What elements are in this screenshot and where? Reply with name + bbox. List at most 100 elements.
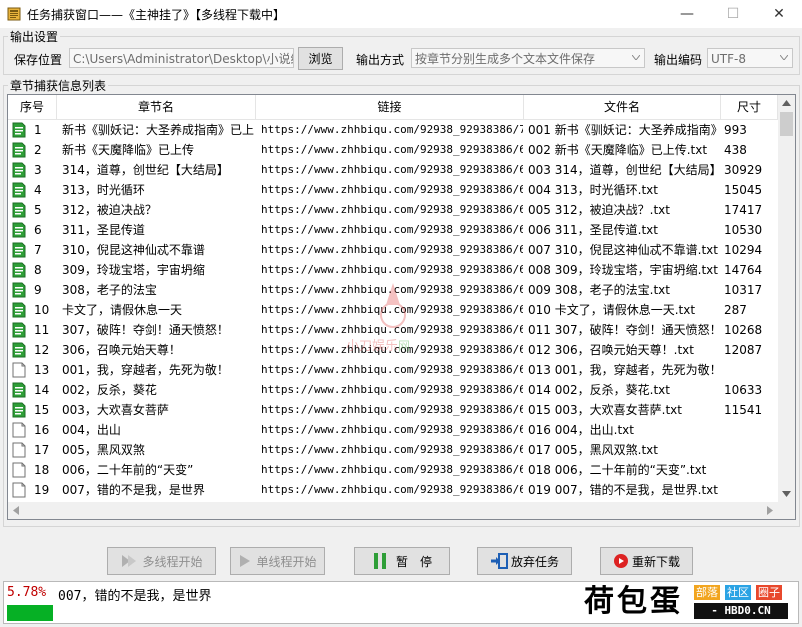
row-size: [724, 480, 776, 500]
list-header: 序号 章节名 链接 文件名 尺寸: [8, 95, 778, 120]
browse-button-label: 浏览: [308, 52, 333, 66]
save-path-field[interactable]: C:\Users\Administrator\Desktop\小说终: [69, 48, 294, 68]
row-file: 006 311，圣昆传道.txt: [528, 223, 658, 237]
scroll-down-icon[interactable]: [782, 491, 791, 497]
scroll-up-icon[interactable]: [782, 100, 791, 106]
table-row[interactable]: 14 002，反杀，葵花 https://www.zhhbiqu.com/92938…: [8, 380, 778, 400]
row-link: https://www.zhhbiqu.com/92938_92938386/6…: [261, 483, 523, 496]
brand-watermark: 荷包蛋 部落 社区 圈子 - HBD0.CN: [582, 584, 792, 622]
row-file: 001 新书《驯妖记：大圣养成指南》: [528, 123, 720, 137]
pause-button[interactable]: 暂 停: [354, 547, 450, 575]
table-row[interactable]: 6 311，圣昆传道 https://www.zhhbiqu.com/92938_9…: [8, 220, 778, 240]
blank-doc-icon: [12, 462, 26, 478]
row-size: 287: [724, 303, 747, 317]
row-size: [724, 460, 776, 480]
row-size: 11541: [724, 403, 763, 417]
maximize-button[interactable]: ☐: [710, 0, 756, 28]
single-thread-start-button[interactable]: 单线程开始: [230, 547, 325, 575]
row-link: https://www.zhhbiqu.com/92938_92938386/6…: [261, 183, 523, 196]
row-file: 012 306，召唤元始天尊！.txt: [528, 343, 694, 357]
vertical-scrollbar[interactable]: [778, 95, 795, 519]
green-doc-icon: [12, 302, 26, 318]
green-doc-icon: [12, 182, 26, 198]
single-thread-start-label: 单线程开始: [256, 554, 317, 569]
multi-thread-start-button[interactable]: 多线程开始: [107, 547, 216, 575]
column-header-size[interactable]: 尺寸: [721, 95, 778, 119]
table-row[interactable]: 15 003，大欢喜女菩萨 https://www.zhhbiqu.com/9293…: [8, 400, 778, 420]
blank-doc-icon: [12, 362, 26, 378]
play-icon: [122, 555, 137, 567]
table-row[interactable]: 2 新书《天魔降临》已上传 https://www.zhhbiqu.com/9293…: [8, 140, 778, 160]
maximize-icon: ☐: [726, 6, 740, 22]
row-size: [724, 440, 776, 460]
redownload-button[interactable]: 重新下载: [600, 547, 693, 575]
row-name: 002，反杀，葵花: [62, 383, 157, 397]
column-header-chapter[interactable]: 章节名: [57, 95, 256, 119]
row-name: 006，二十年前的“天变”: [62, 463, 194, 477]
row-index: 10: [34, 303, 50, 317]
encoding-value: UTF-8: [711, 52, 746, 66]
table-row[interactable]: 3 314，道尊，创世纪【大结局】 https://www.zhhbiqu.com/…: [8, 160, 778, 180]
blank-doc-icon: [12, 482, 26, 498]
row-name: 307，破阵！夺剑！通天愤怒！: [62, 323, 229, 337]
row-size: [724, 360, 776, 380]
encoding-select[interactable]: UTF-8: [707, 48, 793, 68]
close-button[interactable]: ✕: [756, 0, 802, 28]
green-doc-icon: [12, 122, 26, 138]
save-path-label: 保存位置: [14, 53, 63, 67]
row-link: https://www.zhhbiqu.com/92938_92938386/6…: [261, 463, 523, 476]
table-row[interactable]: 5 312，被迫决战？ https://www.zhhbiqu.com/92938_…: [8, 200, 778, 220]
row-index: 9: [34, 283, 42, 297]
output-mode-label: 输出方式: [356, 53, 405, 67]
status-panel: 5.78% 007，错的不是我，是世界 荷包蛋 部落 社区 圈子 - HBD0.…: [3, 581, 799, 624]
progress-bar: [7, 605, 53, 621]
chevron-down-icon: [632, 55, 640, 60]
horizontal-scrollbar[interactable]: [8, 502, 778, 519]
column-header-index[interactable]: 序号: [8, 95, 57, 119]
row-name: 310，倪昆这神仙忒不靠谱: [62, 243, 205, 257]
green-doc-icon: [12, 242, 26, 258]
table-row[interactable]: 17 005，黑风双煞 https://www.zhhbiqu.com/92938_…: [8, 440, 778, 460]
row-index: 8: [34, 263, 42, 277]
row-size: 438: [724, 143, 747, 157]
green-doc-icon: [12, 222, 26, 238]
row-file: 014 002，反杀，葵花.txt: [528, 383, 670, 397]
svg-text:网: 网: [398, 339, 410, 353]
play-icon: [240, 555, 251, 567]
abandon-task-button[interactable]: 放弃任务: [477, 547, 572, 575]
row-index: 13: [34, 363, 50, 377]
row-index: 4: [34, 183, 42, 197]
row-file: 018 006，二十年前的“天变”.txt: [528, 463, 707, 477]
chapter-list[interactable]: 序号 章节名 链接 文件名 尺寸 1 新书《驯妖记：大圣养成指南》已上 https:…: [7, 94, 796, 520]
row-file: 011 307，破阵！夺剑！通天愤怒！: [528, 323, 720, 337]
column-header-link[interactable]: 链接: [256, 95, 524, 119]
row-size: 10268: [724, 323, 763, 337]
row-file: 002 新书《天魔降临》已上传.txt: [528, 143, 708, 157]
browse-button[interactable]: 浏览: [298, 47, 343, 70]
row-size: 10317: [724, 283, 763, 297]
table-row[interactable]: 18 006，二十年前的“天变” https://www.zhhbiqu.com/9…: [8, 460, 778, 480]
minimize-button[interactable]: —: [664, 0, 710, 28]
row-size: 12087: [724, 343, 763, 357]
green-doc-icon: [12, 262, 26, 278]
row-file: 013 001，我，穿越者，先死为敬！: [528, 363, 720, 377]
chapter-list-legend: 章节捕获信息列表: [8, 77, 109, 94]
table-row[interactable]: 7 310，倪昆这神仙忒不靠谱 https://www.zhhbiqu.com/92…: [8, 240, 778, 260]
row-size: 10530: [724, 223, 763, 237]
row-file: 007 310，倪昆这神仙忒不靠谱.txt: [528, 243, 718, 257]
scroll-right-icon[interactable]: [767, 506, 773, 515]
scroll-left-icon[interactable]: [13, 506, 19, 515]
scrollbar-thumb[interactable]: [780, 112, 793, 136]
table-row[interactable]: 1 新书《驯妖记：大圣养成指南》已上 https://www.zhhbiqu.com…: [8, 120, 778, 140]
green-doc-icon: [12, 402, 26, 418]
column-header-filename[interactable]: 文件名: [524, 95, 721, 119]
table-row[interactable]: 19 007，错的不是我，是世界 https://www.zhhbiqu.com/9…: [8, 480, 778, 500]
window-title: 任务捕获窗口——《主神挂了》【多线程下载中】: [27, 8, 286, 22]
table-row[interactable]: 16 004，出山 https://www.zhhbiqu.com/92938_92…: [8, 420, 778, 440]
abandon-task-label: 放弃任务: [510, 554, 559, 569]
green-doc-icon: [12, 162, 26, 178]
minimize-icon: —: [680, 6, 694, 22]
row-name: 313，时光循环: [62, 183, 145, 197]
table-row[interactable]: 4 313，时光循环 https://www.zhhbiqu.com/92938_9…: [8, 180, 778, 200]
output-mode-select[interactable]: 按章节分别生成多个文本文件保存: [411, 48, 645, 68]
